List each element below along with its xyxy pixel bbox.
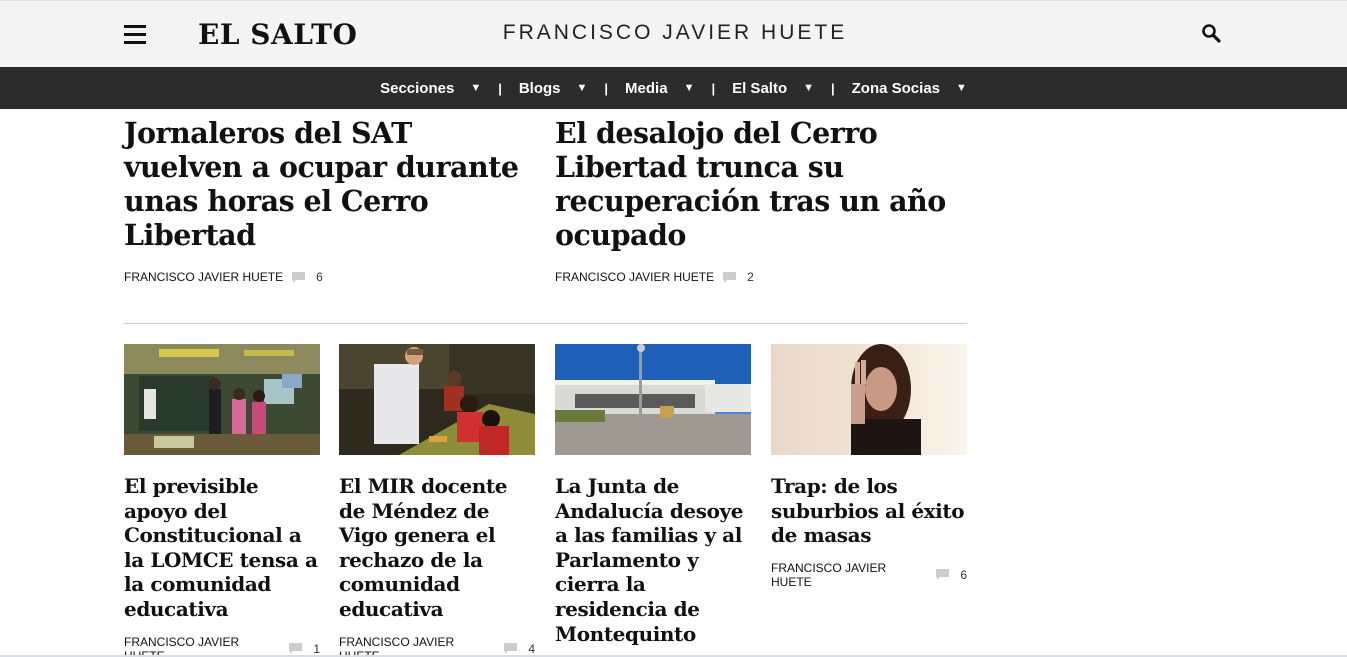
- classroom-children-photo[interactable]: [124, 344, 320, 455]
- article-title[interactable]: La Junta de Andalucía desoye a las famil…: [555, 474, 751, 646]
- author-link[interactable]: FRANCISCO JAVIER HUETE: [124, 270, 283, 284]
- nav-item-label: Media: [625, 79, 668, 97]
- article-card: El MIR docente de Méndez de Vigo genera …: [339, 344, 535, 657]
- article-title[interactable]: El MIR docente de Méndez de Vigo genera …: [339, 474, 535, 622]
- nav-item-blogs[interactable]: Blogs ▼: [519, 80, 588, 97]
- nav-item-label: Blogs: [518, 79, 561, 97]
- page-title: FRANCISCO JAVIER HUETE: [502, 21, 848, 44]
- chevron-down-icon: ▼: [683, 82, 695, 94]
- article-card: Trap: de los suburbios al éxito de masas…: [771, 344, 967, 589]
- comment-icon: [936, 569, 950, 581]
- menu-icon[interactable]: [124, 25, 146, 45]
- comment-icon: [289, 643, 303, 655]
- main-nav: Secciones ▼ | Blogs ▼ | Media ▼ | El Sal…: [0, 67, 1347, 109]
- article-title[interactable]: El desalojo del Cerro Libertad trunca su…: [555, 116, 967, 252]
- nav-item-label: Zona Socias: [851, 79, 940, 97]
- article-meta: FRANCISCO JAVIER HUETE 4: [339, 635, 535, 657]
- nav-separator: |: [498, 80, 502, 96]
- comment-count[interactable]: 4: [528, 642, 535, 656]
- nav-item-zona-socias[interactable]: Zona Socias ▼: [852, 80, 967, 97]
- article-title[interactable]: Trap: de los suburbios al éxito de masas: [771, 474, 967, 548]
- chevron-down-icon: ▼: [576, 82, 588, 94]
- nav-separator: |: [831, 80, 835, 96]
- article-card: El previsible apoyo del Constitucional a…: [124, 344, 320, 657]
- woman-portrait-photo[interactable]: [771, 344, 967, 455]
- author-link[interactable]: FRANCISCO JAVIER HUETE: [339, 635, 495, 657]
- author-link[interactable]: FRANCISCO JAVIER HUETE: [771, 561, 927, 589]
- chevron-down-icon: ▼: [956, 82, 967, 94]
- nav-separator: |: [604, 80, 609, 96]
- site-logo[interactable]: EL SALTO: [198, 18, 357, 51]
- author-link[interactable]: FRANCISCO JAVIER HUETE: [555, 270, 714, 284]
- teacher-students-photo[interactable]: [339, 344, 535, 455]
- author-link[interactable]: FRANCISCO JAVIER HUETE: [124, 635, 280, 657]
- nav-item-el-salto[interactable]: El Salto ▼: [732, 80, 814, 97]
- search-icon[interactable]: [1201, 23, 1223, 45]
- nav-item-label: El Salto: [732, 79, 788, 97]
- comment-icon: [504, 643, 518, 655]
- site-header: EL SALTO FRANCISCO JAVIER HUETE: [0, 0, 1347, 67]
- comment-count[interactable]: 6: [316, 270, 323, 284]
- chevron-down-icon: ▼: [803, 82, 814, 94]
- comment-count[interactable]: 2: [747, 270, 754, 284]
- article-title[interactable]: Jornaleros del SAT vuelven a ocupar dura…: [124, 116, 536, 252]
- lead-article: El desalojo del Cerro Libertad trunca su…: [555, 116, 967, 284]
- comment-count[interactable]: 1: [313, 642, 320, 656]
- nav-separator: |: [711, 80, 716, 96]
- section-divider: [124, 323, 967, 324]
- comment-count[interactable]: 6: [960, 568, 967, 582]
- comment-icon: [292, 271, 306, 283]
- nav-item-media[interactable]: Media ▼: [625, 80, 694, 97]
- article-meta: FRANCISCO JAVIER HUETE 2: [555, 270, 967, 284]
- nav-item-label: Secciones: [380, 79, 455, 97]
- residence-building-photo[interactable]: [555, 344, 751, 455]
- nav-item-secciones[interactable]: Secciones ▼: [380, 80, 481, 97]
- comment-icon: [723, 271, 737, 283]
- article-meta: FRANCISCO JAVIER HUETE 1: [124, 635, 320, 657]
- article-meta: FRANCISCO JAVIER HUETE 6: [124, 270, 536, 284]
- article-meta: FRANCISCO JAVIER HUETE 6: [771, 561, 967, 589]
- nav-items: Secciones ▼ | Blogs ▼ | Media ▼ | El Sal…: [0, 67, 1347, 109]
- article-card: La Junta de Andalucía desoye a las famil…: [555, 344, 751, 646]
- chevron-down-icon: ▼: [470, 82, 482, 94]
- lead-article: Jornaleros del SAT vuelven a ocupar dura…: [124, 116, 536, 284]
- article-title[interactable]: El previsible apoyo del Constitucional a…: [124, 474, 320, 622]
